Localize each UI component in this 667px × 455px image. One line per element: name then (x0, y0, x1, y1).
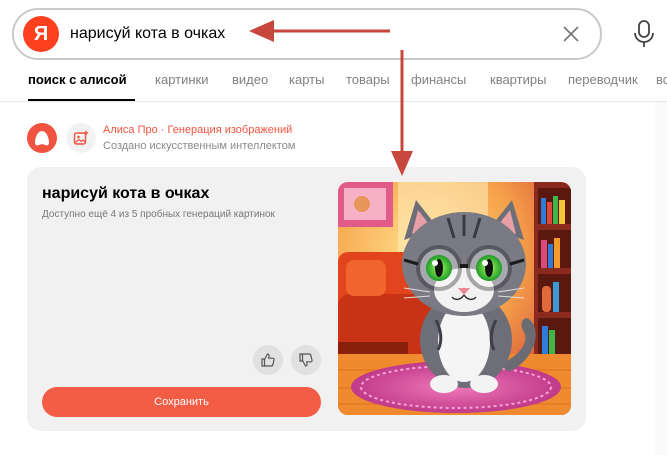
active-tab-indicator (28, 99, 135, 101)
right-column (655, 102, 667, 455)
search-tabs: поиск с алисой картинки видео карты това… (0, 64, 667, 102)
dislike-button[interactable] (291, 345, 321, 375)
alisa-pro-link[interactable]: Алиса Про · Генерация изображений (103, 124, 292, 136)
thumbs-up-icon (261, 353, 275, 367)
tab-video[interactable]: видео (232, 72, 268, 87)
like-button[interactable] (253, 345, 283, 375)
tab-maps[interactable]: карты (289, 72, 324, 87)
microphone-icon[interactable] (632, 19, 656, 49)
tab-products[interactable]: товары (346, 72, 390, 87)
trial-quota-note: Доступно ещё 4 из 5 пробных генераций ка… (42, 209, 275, 220)
tab-alisa-search[interactable]: поиск с алисой (28, 72, 127, 87)
yandex-logo[interactable]: Я (23, 16, 59, 52)
ai-created-note: Создано искусственным интеллектом (103, 140, 296, 152)
tab-finance[interactable]: финансы (411, 72, 466, 87)
image-generation-icon (73, 130, 89, 145)
generation-result-card: нарисуй кота в очках Доступно ещё 4 из 5… (27, 167, 586, 431)
close-icon[interactable] (560, 23, 582, 45)
thumbs-down-icon (299, 353, 313, 367)
card-title: нарисуй кота в очках (42, 185, 210, 202)
tab-all[interactable]: все (656, 72, 667, 87)
search-input[interactable] (70, 16, 550, 52)
image-generation-badge (66, 123, 96, 153)
tab-apartments[interactable]: квартиры (490, 72, 546, 87)
tab-translator[interactable]: переводчик (568, 72, 638, 87)
search-bar: Я (12, 8, 602, 60)
generated-cat-image[interactable] (338, 182, 571, 415)
tab-images[interactable]: картинки (155, 72, 209, 87)
save-button[interactable]: Сохранить (42, 387, 321, 417)
alisa-logo-icon (27, 123, 57, 153)
